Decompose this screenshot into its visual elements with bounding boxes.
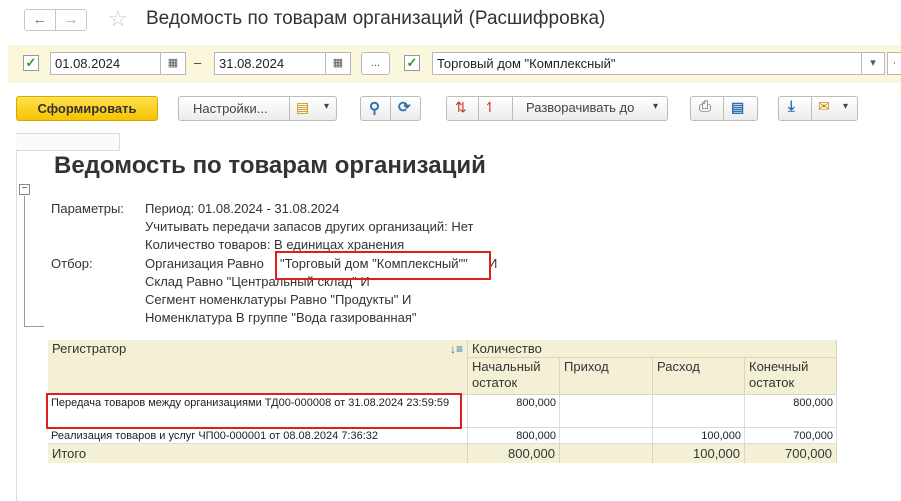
toolbar-separator (478, 96, 479, 121)
table-row-out[interactable] (653, 395, 745, 428)
table-row-out[interactable]: 100,000 (653, 428, 745, 444)
group-line (24, 326, 44, 327)
calendar-from-button[interactable]: ▦ (160, 52, 186, 75)
generate-button[interactable]: Сформировать (16, 96, 158, 121)
arrow-left-icon: ← (32, 11, 48, 28)
report-title: Ведомость по товарам организаций (54, 152, 486, 179)
group-line (24, 196, 25, 326)
chevron-down-icon[interactable]: ▾ (843, 101, 848, 112)
download-icon[interactable]: ⤓ (788, 98, 795, 115)
period-checkbox[interactable]: ✓ (23, 55, 39, 71)
date-to-input[interactable]: 31.08.2024 (214, 52, 326, 75)
table-row-opening[interactable]: 800,000 (468, 428, 560, 444)
total-opening: 800,000 (468, 444, 560, 463)
table-row-opening[interactable]: 800,000 (468, 395, 560, 428)
calendar-to-button[interactable]: ▦ (325, 52, 351, 75)
calendar-icon: ▦ (167, 57, 179, 69)
settings-button[interactable]: Настройки... (178, 96, 337, 121)
column-out: Расход (653, 358, 745, 395)
date-dash: – (194, 55, 202, 70)
column-registrar-label: Регистратор (52, 341, 127, 356)
calendar-icon: ▦ (332, 57, 344, 69)
search-icon[interactable]: ⚲ (369, 99, 380, 117)
report-corner-header (16, 133, 120, 151)
sort-descending-icon[interactable]: ⇅ (455, 99, 467, 116)
toolbar-separator (723, 96, 724, 121)
window-title: Ведомость по товарам организаций (Расшиф… (146, 8, 606, 29)
table-row-in[interactable] (560, 428, 653, 444)
more-icon: · (892, 57, 897, 69)
params-label: Параметры: (51, 201, 124, 216)
highlight-organization (275, 251, 491, 280)
checkmark-icon: ✓ (25, 55, 37, 70)
organization-checkbox[interactable]: ✓ (404, 55, 420, 71)
star-icon[interactable]: ☆ (108, 6, 128, 32)
param-period: Период: 01.08.2024 - 31.08.2024 (145, 201, 340, 216)
highlight-transfer-row (46, 393, 462, 429)
table-row-in[interactable] (560, 395, 653, 428)
toolbar-separator (390, 96, 391, 121)
date-from-input[interactable]: 01.08.2024 (50, 52, 161, 75)
table-row-closing[interactable]: 800,000 (745, 395, 837, 428)
chevron-down-icon[interactable]: ▾ (324, 101, 329, 112)
column-in: Приход (560, 358, 653, 395)
print-icon[interactable]: ⎙ (699, 98, 711, 115)
organization-open-button[interactable]: · (887, 52, 901, 75)
expand-to-button[interactable]: Разворачивать до (526, 100, 634, 115)
column-quantity: Количество (468, 340, 837, 358)
toolbar-separator (512, 96, 513, 121)
arrow-right-icon: → (63, 11, 79, 28)
report-border (16, 133, 17, 501)
settings-label: Настройки... (193, 101, 268, 116)
chevron-down-icon: ▾ (870, 57, 876, 69)
toolbar-separator (289, 96, 290, 121)
search-refresh-icon[interactable]: ⟳ (398, 98, 411, 116)
column-opening: Начальный остаток (468, 358, 560, 395)
total-label: Итого (48, 444, 468, 463)
back-button[interactable]: ← (24, 9, 56, 31)
chevron-down-icon[interactable]: ▾ (653, 101, 658, 112)
select-period-button[interactable]: ... (361, 52, 390, 75)
checkmark-icon: ✓ (406, 55, 418, 70)
total-closing: 700,000 (745, 444, 837, 463)
total-out: 100,000 (653, 444, 745, 463)
collapse-icon[interactable]: − (19, 184, 30, 195)
filter-nomenclature: Номенклатура В группе "Вода газированная… (145, 310, 417, 325)
email-icon[interactable]: ✉ (818, 98, 830, 115)
total-in (560, 444, 653, 463)
filter-organization-prefix: Организация Равно (145, 256, 264, 271)
column-closing: Конечный остаток (745, 358, 837, 395)
filter-label: Отбор: (51, 256, 93, 271)
column-registrar[interactable]: Регистратор ↓≡ (48, 340, 468, 395)
sort-ascending-icon[interactable]: ↿ (484, 99, 496, 116)
variants-icon[interactable]: ▤ (296, 99, 309, 116)
table-row-closing[interactable]: 700,000 (745, 428, 837, 444)
forward-button[interactable]: → (55, 9, 87, 31)
sort-icon[interactable]: ↓≡ (450, 341, 463, 357)
filter-segment: Сегмент номенклатуры Равно "Продукты" И (145, 292, 412, 307)
organization-input[interactable]: Торговый дом "Комплексный" (432, 52, 862, 75)
toolbar-separator (811, 96, 812, 121)
table-row-registrar[interactable]: Реализация товаров и услуг ЧП00-000001 о… (48, 428, 468, 444)
organization-dropdown-button[interactable]: ▾ (861, 52, 885, 75)
print-preview-icon[interactable]: ▤ (731, 99, 744, 116)
param-transfer: Учитывать передачи запасов других органи… (145, 219, 474, 234)
